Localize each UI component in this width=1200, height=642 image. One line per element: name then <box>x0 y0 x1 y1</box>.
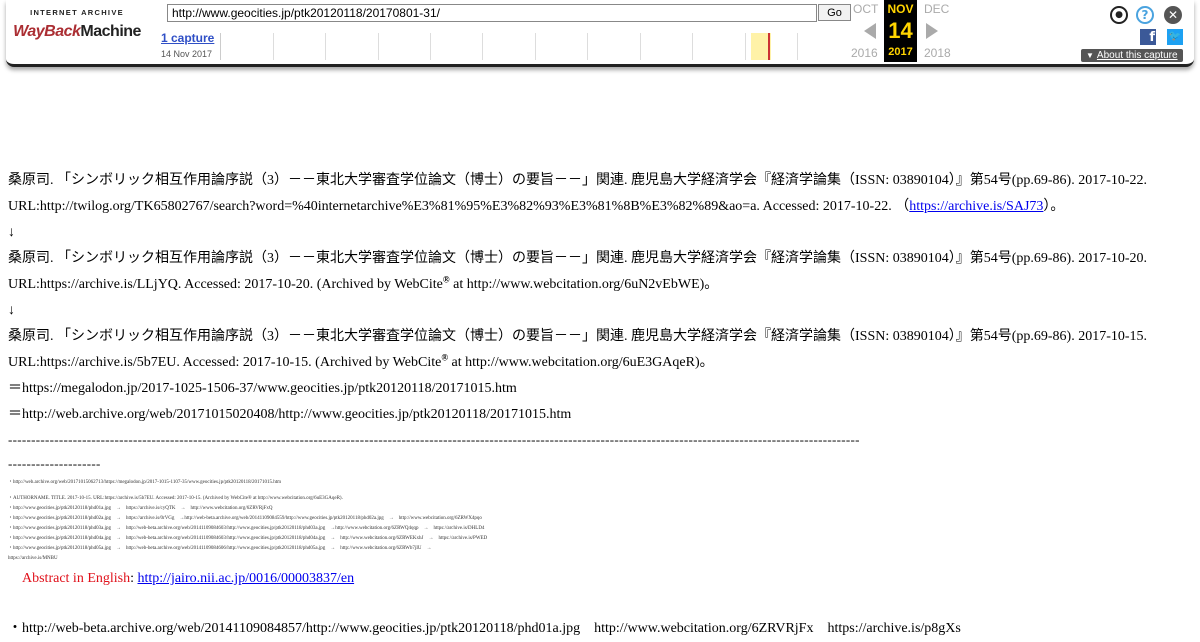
prev-year-label: 2016 <box>851 46 878 60</box>
help-icon[interactable]: ? <box>1136 6 1154 24</box>
captures-link[interactable]: 1 capture <box>161 31 214 45</box>
tiny-line-4: ・http://www.geocities.jp/ptk20120118/phd… <box>8 516 482 521</box>
registered-mark: ® <box>442 274 450 285</box>
tiny-line-6: ・http://www.geocities.jp/ptk20120118/phd… <box>8 536 488 541</box>
entry2-url-line: URL:https://archive.is/LLjYQ. Accessed: … <box>8 272 1192 298</box>
abstract-label: Abstract in English <box>22 571 131 586</box>
entry2-url-b: at http://www.webcitation.org/6uN2vEbWE)… <box>449 277 719 292</box>
abstract-line: Abstract in English: http://jairo.nii.ac… <box>8 566 1192 592</box>
logo-machine: Machine <box>80 23 141 40</box>
about-capture-label: About this capture <box>1096 50 1178 61</box>
divider-line-2: -------------------- <box>8 456 101 471</box>
last-line: ・http://web-beta.archive.org/web/2014110… <box>8 621 961 636</box>
logo-internet-archive: INTERNET ARCHIVE <box>30 8 124 17</box>
entry2-url-a: URL:https://archive.is/LLjYQ. Accessed: … <box>8 277 443 292</box>
logo-wayback: WayBack <box>13 23 81 40</box>
entry2-citation: 桑原司. 「シンボリック相互作用論序説（3）－－東北大学審査学位論文（博士）の要… <box>8 251 1148 266</box>
current-day-label: 14 <box>888 18 913 43</box>
next-month-label[interactable]: DEC <box>924 2 949 16</box>
entry1-citation: 桑原司. 「シンボリック相互作用論序説（3）－－東北大学審査学位論文（博士）の要… <box>8 173 1148 188</box>
entry3-url-a: URL:https://archive.is/5b7EU. Accessed: … <box>8 355 442 370</box>
capture-sparkline[interactable] <box>220 33 851 60</box>
tiny-line-8: https://archive.is/MNBU <box>8 556 58 561</box>
entry1-tail: ）。 <box>1043 199 1065 214</box>
next-arrow-icon[interactable] <box>926 23 938 39</box>
entry3-citation: 桑原司. 「シンボリック相互作用論序説（3）－－東北大学審査学位論文（博士）の要… <box>8 329 1148 344</box>
tiny-line-1: ・http://web.archive.org/web/201710150627… <box>8 480 282 485</box>
prev-arrow-icon[interactable] <box>864 23 876 39</box>
tiny-line-7: ・http://www.geocities.jp/ptk20120118/phd… <box>8 546 432 551</box>
page-content: 桑原司. 「シンボリック相互作用論序説（3）－－東北大学審査学位論文（博士）の要… <box>8 168 1192 642</box>
equivalent-url-1: ＝https://megalodon.jp/2017-1025-1506-37/… <box>8 381 517 396</box>
arrow-down-1: ↓ <box>8 225 15 240</box>
divider-line-1: ----------------------------------------… <box>8 432 860 447</box>
abstract-colon: : <box>130 571 138 586</box>
arrow-down-2: ↓ <box>8 303 15 318</box>
go-button[interactable]: Go <box>818 4 851 21</box>
url-input[interactable] <box>167 4 817 22</box>
tiny-line-3: ・http://www.geocities.jp/ptk20120118/phd… <box>8 506 273 511</box>
entry1-archive-link[interactable]: https://archive.is/SAJ73 <box>909 199 1043 214</box>
facebook-icon[interactable]: f <box>1140 29 1156 45</box>
entry3-url-line: URL:https://archive.is/5b7EU. Accessed: … <box>8 350 1192 376</box>
close-icon[interactable]: ✕ <box>1164 6 1182 24</box>
abstract-link[interactable]: http://jairo.nii.ac.jp/0016/00003837/en <box>138 571 355 586</box>
about-capture-button[interactable]: ▼ About this capture <box>1081 49 1183 62</box>
prev-month-label[interactable]: OCT <box>853 2 878 16</box>
tiny-line-5: ・http://www.geocities.jp/ptk20120118/phd… <box>8 526 485 531</box>
entry1-url-line: URL:http://twilog.org/TK65802767/search?… <box>8 194 1192 220</box>
current-year-label: 2017 <box>888 46 913 58</box>
wayback-logo[interactable]: INTERNET ARCHIVE WayBack Machine <box>13 8 141 52</box>
entry1-url: URL:http://twilog.org/TK65802767/search?… <box>8 199 910 214</box>
user-icon[interactable]: ● <box>1110 6 1128 24</box>
entry3-url-b: at http://www.webcitation.org/6uE3GAqeR)… <box>448 355 714 370</box>
equivalent-url-2: ＝http://web.archive.org/web/201710150204… <box>8 407 572 422</box>
next-year-label: 2018 <box>924 46 951 60</box>
current-month-label: NOV <box>887 2 914 16</box>
twitter-icon[interactable]: 🐦 <box>1167 29 1183 45</box>
wayback-toolbar: INTERNET ARCHIVE WayBackMachine Go 1 cap… <box>6 0 1194 67</box>
captures-date: 14 Nov 2017 <box>161 49 213 59</box>
tiny-line-2: ・AUTHORNAME. TITLE. 2017-10-15. URL:http… <box>8 496 343 501</box>
triangle-down-icon: ▼ <box>1086 51 1094 60</box>
capture-marker[interactable] <box>768 33 770 60</box>
